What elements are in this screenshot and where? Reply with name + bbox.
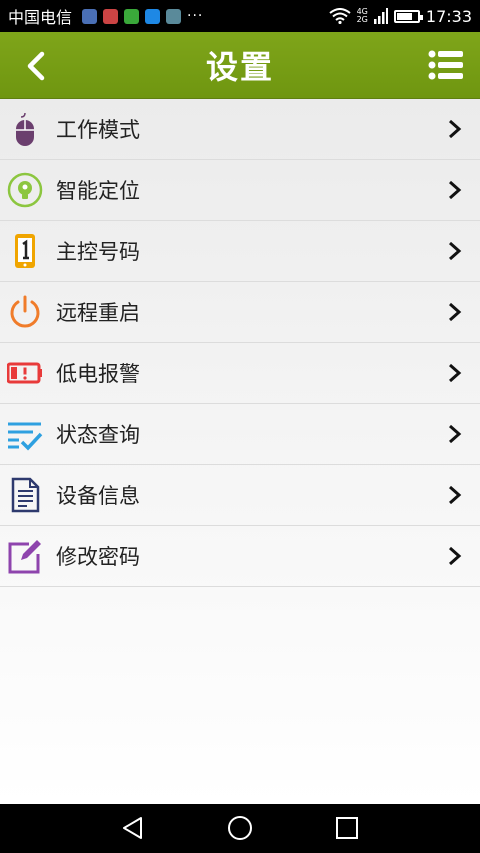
list-icon (428, 50, 463, 80)
menu-item-work-mode[interactable]: 工作模式 (0, 99, 480, 160)
menu-item-label: 主控号码 (56, 240, 140, 264)
system-nav-bar (0, 804, 480, 853)
more-notifications-icon: ··· (187, 8, 204, 24)
low-battery-icon (7, 362, 42, 384)
menu-item-status-query[interactable]: 状态查询 (0, 404, 480, 465)
menu-item-label: 远程重启 (56, 301, 140, 325)
battery-icon (393, 9, 423, 23)
carrier-label: 中国电信 (8, 8, 73, 27)
edit-icon (8, 540, 41, 574)
menu-item-smart-location[interactable]: 智能定位 (0, 160, 480, 221)
document-icon (11, 477, 40, 513)
wifi-icon (328, 8, 351, 24)
menu-item-device-info[interactable]: 设备信息 (0, 465, 480, 526)
chevron-left-icon (27, 51, 45, 81)
menu-item-label: 低电报警 (56, 362, 140, 386)
network-type: 4G 2G (356, 7, 368, 24)
chevron-right-icon (449, 119, 462, 139)
checklist-icon (8, 422, 43, 451)
nav-recents-icon (336, 817, 358, 839)
menu-item-label: 状态查询 (56, 423, 140, 447)
signal-icon (373, 8, 388, 24)
clock: 17:33 (425, 6, 472, 26)
gallery-icon (166, 8, 182, 24)
nav-home-button[interactable] (226, 814, 254, 842)
menu-item-remote-restart[interactable]: 远程重启 (0, 282, 480, 343)
nav-home-icon (228, 816, 252, 840)
back-button[interactable] (18, 46, 58, 86)
menu-button[interactable] (428, 48, 464, 82)
health-app-icon (82, 8, 98, 24)
page-title: 设置 (205, 48, 274, 86)
chevron-right-icon (449, 180, 462, 200)
nav-recents-button[interactable] (333, 814, 361, 842)
menu-item-master-number[interactable]: 主控号码 (0, 221, 480, 282)
app-bar: 设置 (0, 32, 480, 99)
chevron-right-icon (449, 302, 462, 322)
menu-item-label: 智能定位 (56, 179, 140, 203)
menu-item-change-password[interactable]: 修改密码 (0, 526, 480, 587)
menu-item-low-battery-alarm[interactable]: 低电报警 (0, 343, 480, 404)
nav-back-icon (123, 817, 142, 839)
wechat-icon (124, 8, 140, 24)
settings-list: 工作模式 智能定位 主控号码 远程重启 低电报警 状态查询 设备信息 修改密码 (0, 99, 480, 804)
location-bulb-icon (7, 172, 43, 208)
alipay-icon (145, 8, 161, 24)
nav-back-button[interactable] (119, 814, 147, 842)
chevron-right-icon (449, 241, 462, 261)
menu-item-label: 设备信息 (56, 484, 140, 508)
mouse-icon (16, 112, 34, 146)
mail-icon (103, 8, 119, 24)
status-bar: 中国电信 ··· 4G 2G 17:33 (0, 0, 480, 32)
chevron-right-icon (449, 546, 462, 566)
menu-item-label: 修改密码 (56, 545, 140, 569)
chevron-right-icon (449, 424, 462, 444)
chevron-right-icon (449, 485, 462, 505)
power-icon (10, 295, 40, 328)
phone-number-icon (15, 234, 35, 268)
chevron-right-icon (449, 363, 462, 383)
menu-item-label: 工作模式 (56, 118, 140, 142)
